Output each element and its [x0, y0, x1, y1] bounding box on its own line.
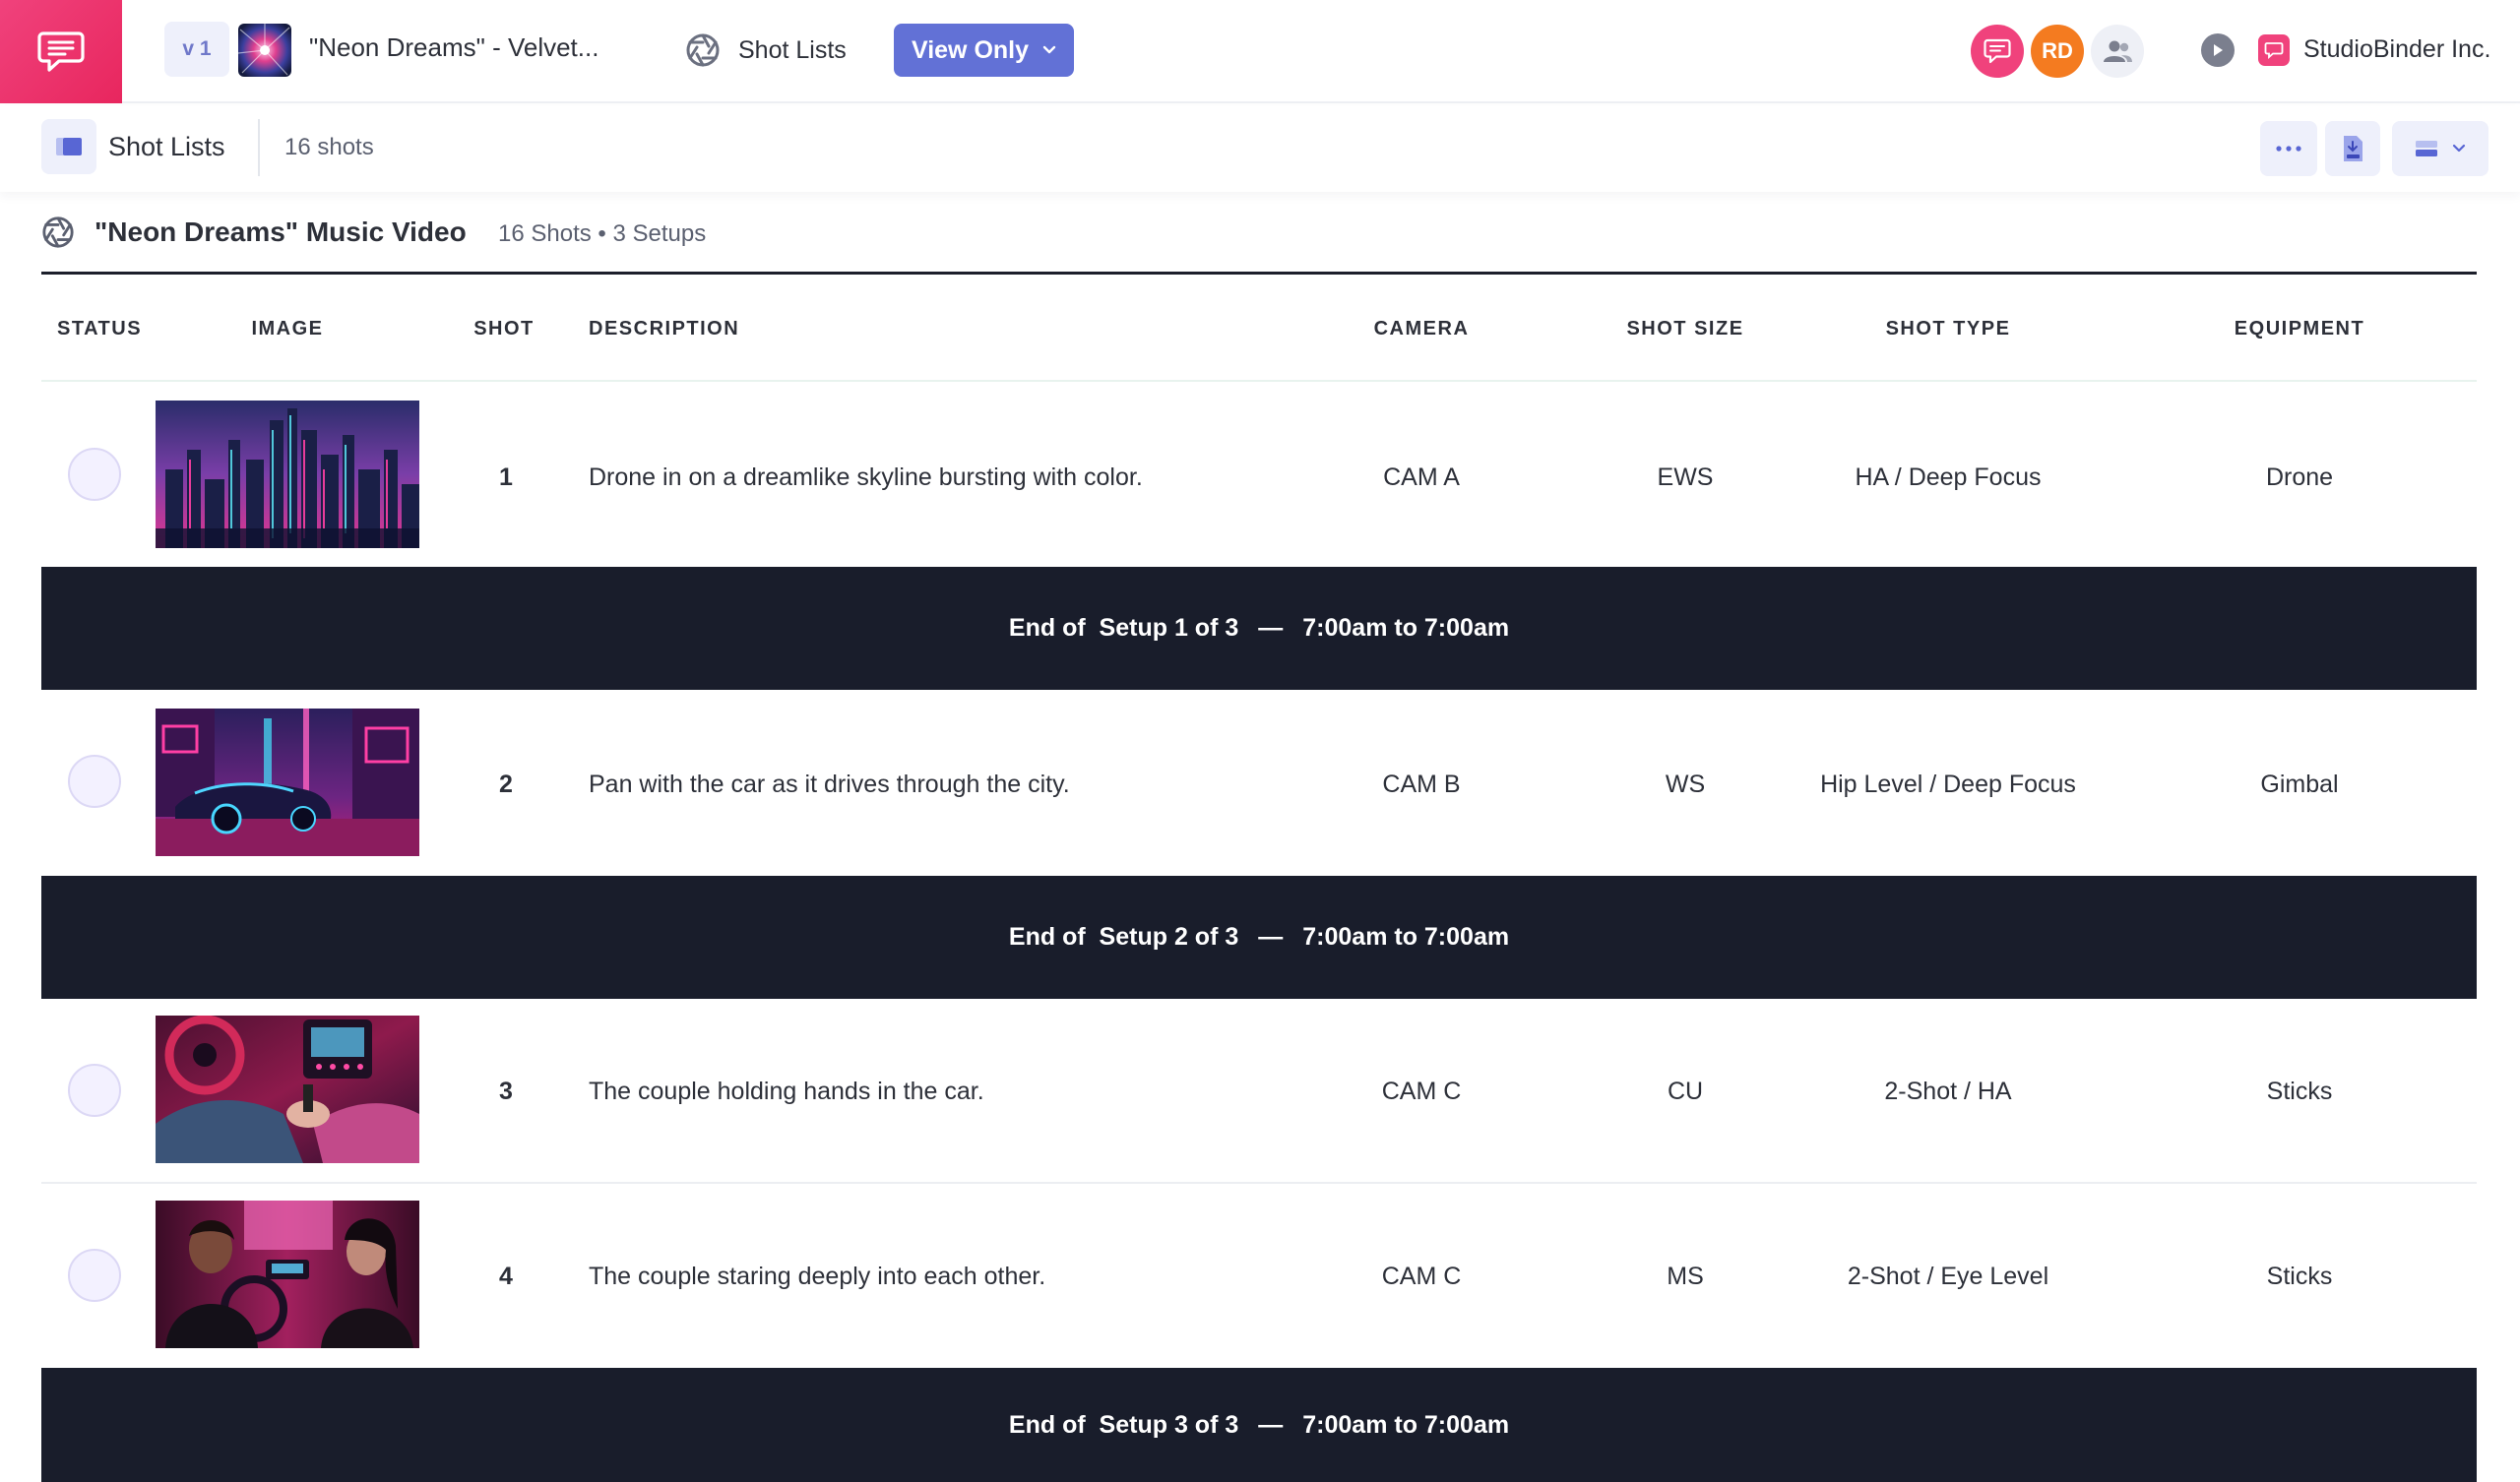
sidebar-toggle-button[interactable]: [41, 119, 96, 174]
column-header-equipment[interactable]: EQUIPMENT: [2235, 318, 2364, 340]
more-options-button[interactable]: [2260, 121, 2317, 176]
shot-list-title: "Neon Dreams" Music Video: [94, 216, 467, 247]
table-row[interactable]: 4 The couple staring deeply into each ot…: [41, 1184, 2477, 1368]
shot-image[interactable]: [156, 1016, 419, 1163]
setup-label: End of Setup 1 of 3: [1008, 614, 1239, 642]
aperture-icon: [42, 216, 74, 248]
shot-type[interactable]: HA / Deep Focus: [1856, 463, 2042, 492]
shot-equipment[interactable]: Sticks: [2267, 1078, 2333, 1106]
setup-dash: —: [1258, 923, 1284, 951]
shot-number: 3: [499, 1078, 513, 1105]
table-row[interactable]: 1 Drone in on a dreamlike skyline bursti…: [41, 384, 2477, 567]
sidebar-panel-icon: [56, 138, 82, 155]
setup-label: End of Setup 2 of 3: [1008, 923, 1239, 951]
neon-skyline-image: [156, 401, 419, 548]
shot-equipment[interactable]: Gimbal: [2260, 771, 2338, 799]
shot-size[interactable]: WS: [1666, 771, 1705, 799]
shot-size[interactable]: EWS: [1658, 463, 1714, 492]
version-badge[interactable]: v 1: [164, 22, 229, 77]
car-interior-hands-image: [156, 1016, 419, 1163]
setup-dash: —: [1258, 614, 1284, 642]
shot-image[interactable]: [156, 401, 419, 548]
layout-dropdown-button[interactable]: [2392, 121, 2488, 176]
shot-count: 16 shots: [284, 134, 374, 160]
column-header-shot[interactable]: SHOT: [473, 318, 535, 340]
setup-time: 7:00am to 7:00am: [1302, 614, 1510, 642]
setup-time: 7:00am to 7:00am: [1302, 1410, 1510, 1439]
shot-size[interactable]: MS: [1667, 1263, 1704, 1291]
view-only-label: View Only: [911, 35, 1030, 64]
shot-camera[interactable]: CAM B: [1382, 771, 1460, 799]
project-title[interactable]: "Neon Dreams" - Velvet...: [309, 32, 598, 63]
comment-icon: [1984, 38, 2011, 64]
nav-shot-lists-label: Shot Lists: [738, 35, 847, 64]
divider: [41, 272, 2477, 275]
chevron-down-icon: [2452, 144, 2466, 153]
shot-equipment[interactable]: Sticks: [2267, 1263, 2333, 1291]
shot-description[interactable]: The couple holding hands in the car.: [589, 1078, 984, 1106]
shot-description[interactable]: The couple staring deeply into each othe…: [589, 1263, 1045, 1291]
couple-in-car-image: [156, 1201, 419, 1348]
people-icon: [2104, 40, 2132, 62]
shot-list-meta: 16 Shots • 3 Setups: [498, 220, 707, 247]
setup-end-bar: End of Setup 3 of 3 — 7:00am to 7:00am: [41, 1368, 2477, 1482]
status-toggle[interactable]: [68, 755, 121, 808]
shot-number: 4: [499, 1263, 513, 1290]
chat-bubble-icon: [37, 31, 85, 72]
setup-time: 7:00am to 7:00am: [1302, 923, 1510, 951]
sub-toolbar-title: Shot Lists: [108, 132, 225, 161]
shot-size[interactable]: CU: [1668, 1078, 1703, 1106]
column-header-camera[interactable]: CAMERA: [1374, 318, 1470, 340]
table-row[interactable]: 3 The couple holding hands in the car. C…: [41, 999, 2477, 1184]
company-logo: [2258, 34, 2290, 66]
setup-label: End of Setup 3 of 3: [1008, 1410, 1239, 1439]
company-name[interactable]: StudioBinder Inc.: [2303, 35, 2490, 64]
shot-type[interactable]: 2-Shot / HA: [1884, 1078, 2011, 1106]
column-header-shot-type[interactable]: SHOT TYPE: [1886, 318, 2011, 340]
shot-number: 2: [499, 771, 513, 798]
top-bar: v 1 "Neon Dreams" - Velvet... Shot Lists…: [0, 0, 2520, 103]
status-toggle[interactable]: [68, 1249, 121, 1302]
setup-end-bar: End of Setup 1 of 3 — 7:00am to 7:00am: [41, 567, 2477, 690]
aperture-icon: [686, 33, 720, 67]
nav-shot-lists[interactable]: Shot Lists: [685, 26, 847, 75]
layout-rows-icon: [2416, 141, 2437, 156]
avatar[interactable]: RD: [2031, 25, 2084, 78]
shot-description[interactable]: Drone in on a dreamlike skyline bursting…: [589, 463, 1143, 492]
status-toggle[interactable]: [68, 448, 121, 501]
list-header: [41, 207, 75, 258]
pdf-download-icon: [2344, 136, 2362, 161]
sub-toolbar: Shot Lists 16 shots: [0, 105, 2520, 192]
divider: [258, 119, 260, 176]
setup-end-bar: End of Setup 2 of 3 — 7:00am to 7:00am: [41, 876, 2477, 999]
view-only-button[interactable]: View Only: [894, 24, 1074, 77]
chevron-down-icon: [1042, 45, 1056, 54]
shot-type[interactable]: Hip Level / Deep Focus: [1820, 771, 2076, 799]
more-dots-icon: [2276, 146, 2301, 152]
shot-equipment[interactable]: Drone: [2266, 463, 2333, 492]
column-header-shot-size[interactable]: SHOT SIZE: [1626, 318, 1743, 340]
shot-image[interactable]: [156, 709, 419, 856]
setup-dash: —: [1258, 1410, 1284, 1439]
shot-number: 1: [499, 463, 513, 491]
column-header-description[interactable]: DESCRIPTION: [589, 318, 739, 340]
table-header: STATUS IMAGE SHOT DESCRIPTION CAMERA SHO…: [41, 276, 2477, 382]
shot-camera[interactable]: CAM A: [1383, 463, 1460, 492]
column-header-status[interactable]: STATUS: [57, 318, 142, 340]
shot-image[interactable]: [156, 1201, 419, 1348]
play-icon[interactable]: [2201, 33, 2235, 67]
shot-camera[interactable]: CAM C: [1382, 1263, 1462, 1291]
studiobinder-logo[interactable]: [0, 0, 122, 103]
share-people-button[interactable]: [2091, 25, 2144, 78]
comments-button[interactable]: [1971, 25, 2024, 78]
pdf-download-button[interactable]: [2325, 121, 2380, 176]
shot-type[interactable]: 2-Shot / Eye Level: [1848, 1263, 2048, 1291]
project-thumbnail: [238, 24, 291, 77]
status-toggle[interactable]: [68, 1064, 121, 1117]
shot-camera[interactable]: CAM C: [1382, 1078, 1462, 1106]
column-header-image[interactable]: IMAGE: [251, 318, 323, 340]
table-row[interactable]: 2 Pan with the car as it drives through …: [41, 691, 2477, 876]
neon-car-street-image: [156, 709, 419, 856]
shot-description[interactable]: Pan with the car as it drives through th…: [589, 771, 1070, 799]
